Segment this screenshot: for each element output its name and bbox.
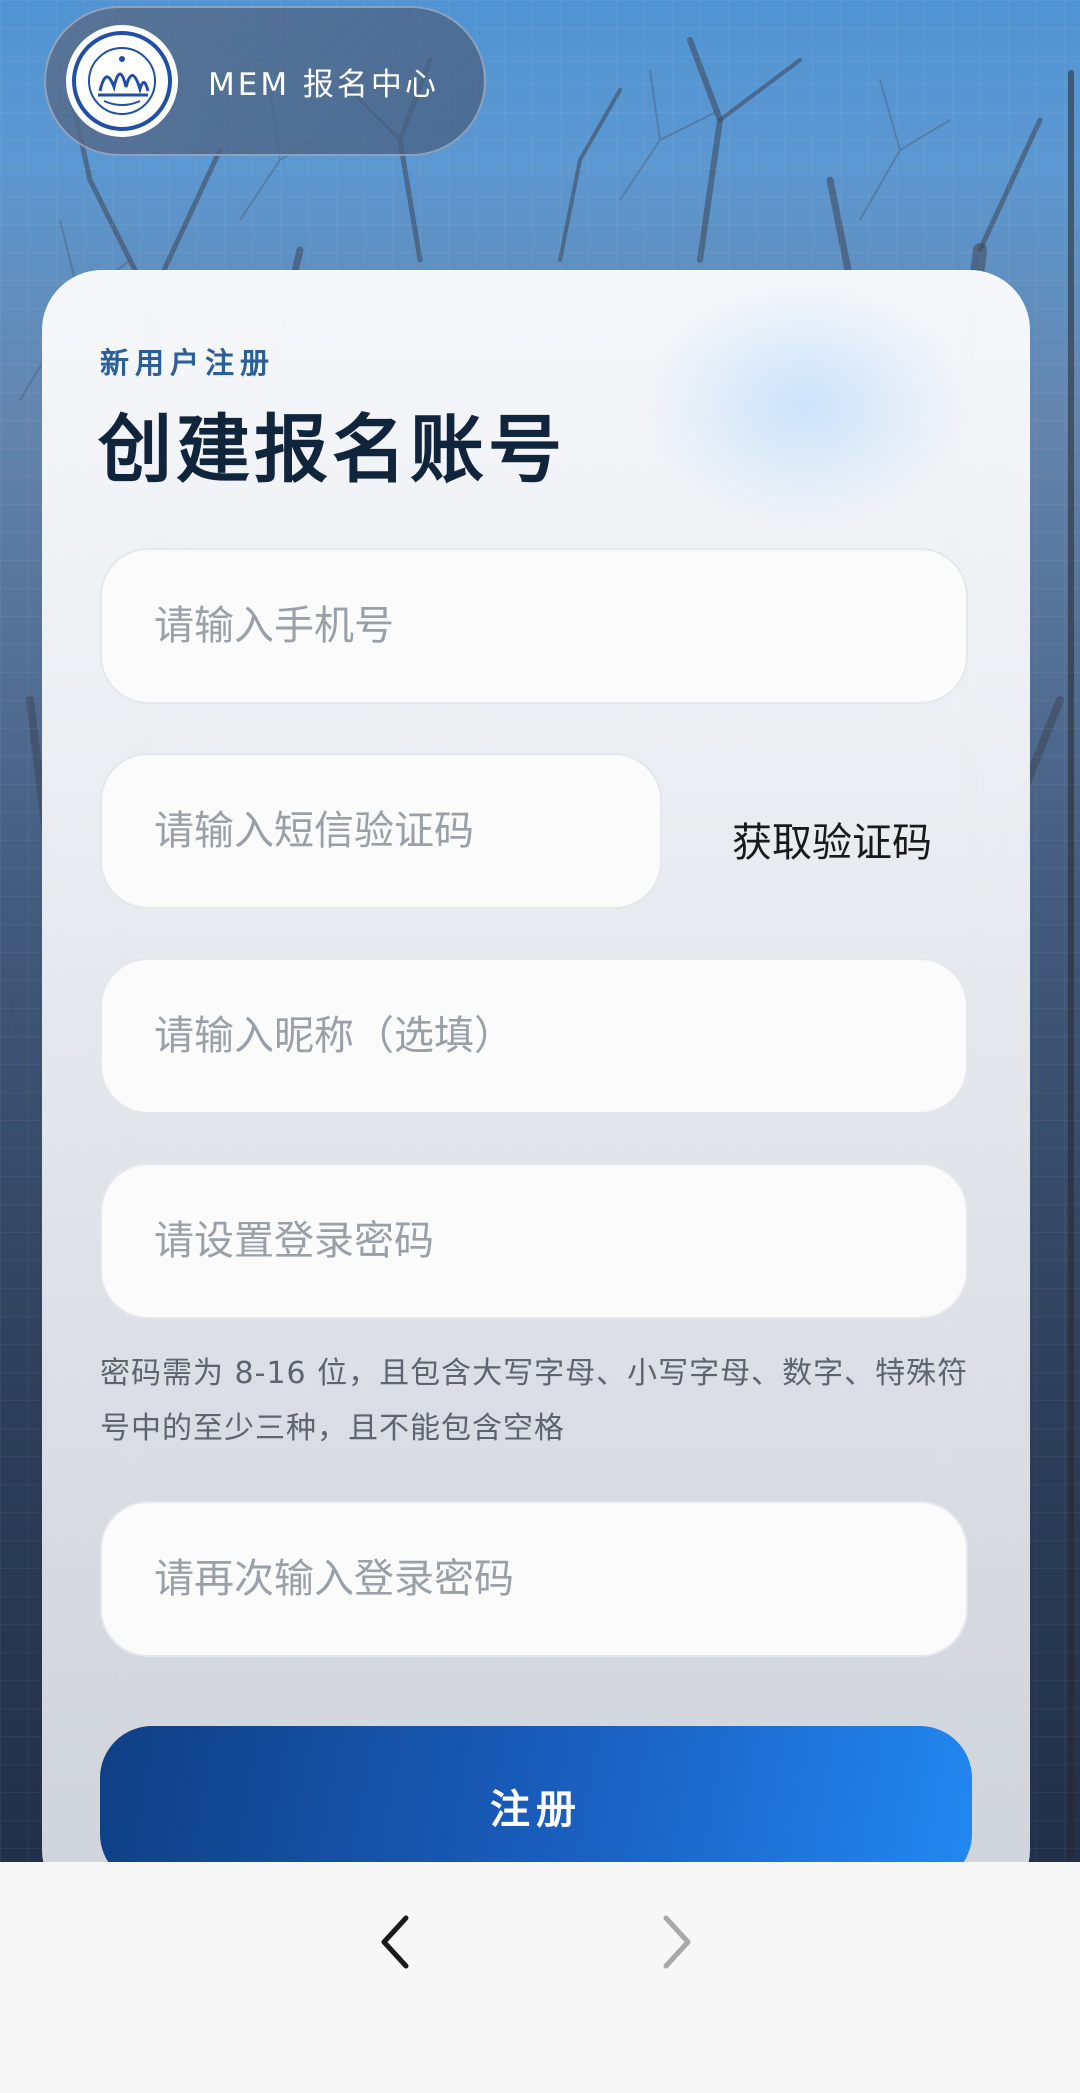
phone-field[interactable] (100, 548, 968, 704)
forward-button[interactable] (636, 1902, 716, 1982)
chevron-left-icon (381, 1915, 409, 1969)
back-button[interactable] (356, 1902, 436, 1982)
phone-input[interactable] (152, 602, 920, 650)
page-title: 创建报名账号 (98, 407, 566, 493)
brand-title: MEM 报名中心 (208, 66, 439, 103)
get-code-button[interactable]: 获取验证码 (732, 810, 932, 870)
registration-card: 新用户注册 创建报名账号 获取验证码 密码需为 8-16 位，且包含大写字母、小… (42, 270, 1030, 1910)
nickname-field[interactable] (100, 958, 968, 1114)
browser-toolbar (0, 1862, 1080, 2093)
tongji-university-emblem-icon (66, 25, 178, 137)
form-subtitle: 新用户注册 (100, 346, 276, 380)
brand-header: MEM 报名中心 (44, 6, 486, 156)
nickname-input[interactable] (152, 1012, 920, 1060)
sms-code-input[interactable] (152, 807, 614, 855)
confirm-password-field[interactable] (100, 1501, 968, 1657)
card-glow-decoration (640, 280, 970, 530)
chevron-right-icon (663, 1915, 691, 1969)
password-field[interactable] (100, 1163, 968, 1319)
password-hint: 密码需为 8-16 位，且包含大写字母、小写字母、数字、特殊符号中的至少三种，且… (100, 1356, 969, 1446)
confirm-password-input[interactable] (152, 1555, 920, 1603)
password-input[interactable] (152, 1217, 920, 1265)
sms-code-field[interactable] (100, 753, 662, 909)
registration-screen: MEM 报名中心 新用户注册 创建报名账号 获取验证码 密码需为 8-16 位，… (0, 0, 1080, 2093)
page-scrollbar[interactable] (1068, 70, 1074, 1860)
